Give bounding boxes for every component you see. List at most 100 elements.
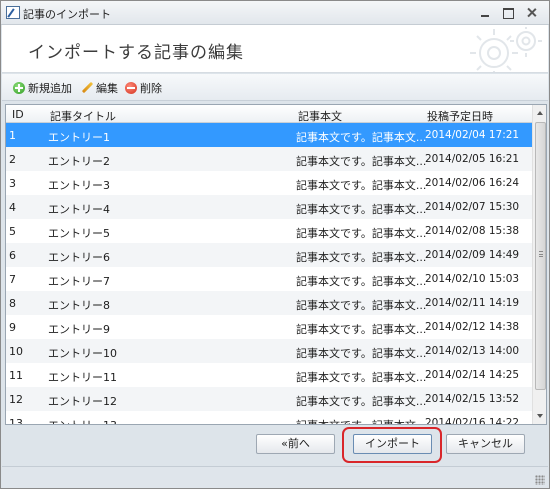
- cell-date: 2014/02/11 14:19: [425, 297, 520, 309]
- scroll-up-icon[interactable]: [533, 105, 546, 121]
- cell-title: エントリー5: [48, 227, 110, 240]
- cell-body: 記事本文です。記事本文...: [296, 395, 427, 408]
- cell-body: 記事本文です。記事本文...: [296, 227, 427, 240]
- cell-body: 記事本文です。記事本文...: [296, 155, 427, 168]
- add-label: 新規追加: [28, 82, 72, 95]
- cell-id: 4: [9, 201, 16, 214]
- cell-date: 2014/02/04 17:21: [425, 129, 520, 141]
- table-row[interactable]: 4 エントリー4 記事本文です。記事本文... 2014/02/07 15:30: [6, 195, 532, 219]
- cell-body: 記事本文です。記事本文...: [296, 179, 427, 192]
- cell-date: 2014/02/05 16:21: [425, 153, 520, 165]
- table-row[interactable]: 8 エントリー8 記事本文です。記事本文... 2014/02/11 14:19: [6, 291, 532, 315]
- table-row[interactable]: 9 エントリー9 記事本文です。記事本文... 2014/02/12 14:38: [6, 315, 532, 339]
- page-title: インポートする記事の編集: [28, 43, 244, 63]
- close-icon[interactable]: [522, 4, 542, 21]
- cell-id: 9: [9, 321, 16, 334]
- table-row[interactable]: 1 エントリー1 記事本文です。記事本文... 2014/02/04 17:21: [6, 123, 532, 147]
- cell-id: 12: [9, 393, 23, 406]
- cell-title: エントリー7: [48, 275, 110, 288]
- minimize-icon[interactable]: [475, 4, 495, 21]
- cell-id: 6: [9, 249, 16, 262]
- delete-button[interactable]: 削除: [125, 80, 162, 96]
- cell-title: エントリー12: [48, 395, 117, 408]
- cell-title: エントリー6: [48, 251, 110, 264]
- column-header-id[interactable]: ID: [12, 108, 24, 121]
- cell-date: 2014/02/15 13:52: [425, 393, 520, 405]
- delete-icon: [125, 82, 137, 94]
- cell-date: 2014/02/07 15:30: [425, 201, 520, 213]
- vertical-scrollbar[interactable]: [532, 105, 546, 424]
- cell-date: 2014/02/06 16:24: [425, 177, 520, 189]
- cell-date: 2014/02/08 15:38: [425, 225, 520, 237]
- cell-body: 記事本文です。記事本文...: [296, 131, 427, 144]
- cell-body: 記事本文です。記事本文...: [296, 203, 427, 216]
- cell-body: 記事本文です。記事本文...: [296, 275, 427, 288]
- cell-title: エントリー13: [48, 417, 117, 424]
- prev-button[interactable]: «前へ: [256, 434, 335, 454]
- cancel-button[interactable]: キャンセル: [446, 434, 525, 454]
- cell-id: 11: [9, 369, 23, 382]
- cell-title: エントリー2: [48, 155, 110, 168]
- table-row[interactable]: 3 エントリー3 記事本文です。記事本文... 2014/02/06 16:24: [6, 171, 532, 195]
- gear-decoration-icon: [470, 27, 542, 72]
- cell-title: エントリー1: [48, 131, 110, 144]
- cell-body: 記事本文です。記事本文...: [296, 323, 427, 336]
- cell-date: 2014/02/12 14:38: [425, 321, 520, 333]
- scroll-thumb[interactable]: [535, 122, 546, 390]
- cell-id: 3: [9, 177, 16, 190]
- column-header-body[interactable]: 記事本文: [298, 108, 342, 124]
- article-grid[interactable]: ID 記事タイトル 記事本文 投稿予定日時 1 エントリー1 記事本文です。記事本文…: [5, 104, 547, 425]
- cell-id: 8: [9, 297, 16, 310]
- cell-body: 記事本文です。記事本文...: [296, 417, 426, 424]
- table-row[interactable]: 11 エントリー11 記事本文です。記事本文... 2014/02/14 14:25: [6, 363, 532, 387]
- cell-title: エントリー11: [48, 371, 117, 384]
- app-edit-icon: [6, 6, 20, 19]
- cell-body: 記事本文です。記事本文...: [296, 371, 427, 384]
- import-highlight-ring: [342, 427, 442, 463]
- cell-date: 2014/02/13 14:00: [425, 345, 520, 357]
- title-bar[interactable]: 記事のインポート: [1, 1, 549, 25]
- cell-id: 2: [9, 153, 16, 166]
- table-row[interactable]: 7 エントリー7 記事本文です。記事本文... 2014/02/10 15:03: [6, 267, 532, 291]
- cell-id: 7: [9, 273, 16, 286]
- pencil-icon: [81, 82, 93, 94]
- edit-button[interactable]: 編集: [81, 80, 118, 96]
- grid-header: ID 記事タイトル 記事本文 投稿予定日時: [6, 105, 532, 123]
- table-row[interactable]: 6 エントリー6 記事本文です。記事本文... 2014/02/09 14:49: [6, 243, 532, 267]
- cell-title: エントリー3: [48, 179, 110, 192]
- table-row[interactable]: 2 エントリー2 記事本文です。記事本文... 2014/02/05 16:21: [6, 147, 532, 171]
- import-dialog-window: 記事のインポート インポートする記事の編集 新規追加 編集 削除 ID 記事タイ…: [0, 0, 550, 489]
- cell-date: 2014/02/14 14:25: [425, 369, 520, 381]
- column-header-date[interactable]: 投稿予定日時: [427, 108, 493, 124]
- status-bar: [2, 466, 548, 488]
- cell-date: 2014/02/09 14:49: [425, 249, 520, 261]
- page-header: インポートする記事の編集: [2, 25, 548, 73]
- cell-body: 記事本文です。記事本文...: [296, 347, 427, 360]
- cell-body: 記事本文です。記事本文...: [296, 299, 427, 312]
- cell-id: 5: [9, 225, 16, 238]
- resize-grip-icon[interactable]: [535, 475, 545, 485]
- add-icon: [13, 82, 25, 94]
- cell-title: エントリー4: [48, 203, 110, 216]
- grid-rows: 1 エントリー1 記事本文です。記事本文... 2014/02/04 17:21 2 エン…: [6, 123, 532, 425]
- cell-body: 記事本文です。記事本文...: [296, 251, 427, 264]
- edit-label: 編集: [96, 82, 118, 95]
- column-header-title[interactable]: 記事タイトル: [50, 108, 116, 124]
- maximize-icon[interactable]: [498, 4, 518, 21]
- cell-title: エントリー8: [48, 299, 110, 312]
- table-row[interactable]: 13 エントリー13 記事本文です。記事本文...2014/02/16 14:22: [6, 411, 532, 425]
- table-row[interactable]: 5 エントリー5 記事本文です。記事本文... 2014/02/08 15:38: [6, 219, 532, 243]
- cell-date: 2014/02/10 15:03: [425, 273, 520, 285]
- cell-id: 13: [9, 417, 23, 425]
- cell-title: エントリー9: [48, 323, 110, 336]
- cell-date: 2014/02/16 14:22: [425, 417, 520, 425]
- delete-label: 削除: [140, 82, 162, 95]
- cell-id: 10: [9, 345, 23, 358]
- cell-title: エントリー10: [48, 347, 117, 360]
- add-button[interactable]: 新規追加: [13, 80, 72, 96]
- scroll-down-icon[interactable]: [533, 408, 546, 424]
- cell-id: 1: [9, 129, 16, 142]
- table-row[interactable]: 12 エントリー12 記事本文です。記事本文... 2014/02/15 13:52: [6, 387, 532, 411]
- window-title: 記事のインポート: [23, 8, 111, 21]
- table-row[interactable]: 10 エントリー10 記事本文です。記事本文... 2014/02/13 14:00: [6, 339, 532, 363]
